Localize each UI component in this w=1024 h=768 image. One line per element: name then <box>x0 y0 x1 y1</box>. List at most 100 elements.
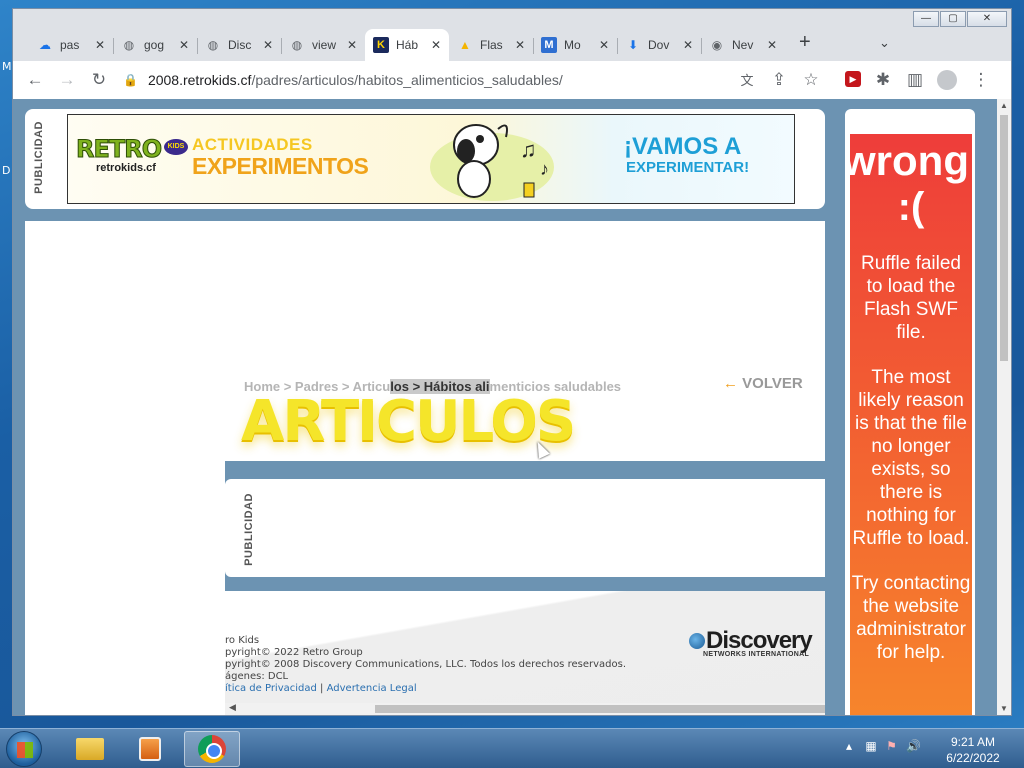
footer-line-3: pyright© 2008 Discovery Communications, … <box>225 659 626 670</box>
close-tab-icon[interactable]: ✕ <box>93 38 107 52</box>
tab-title: view <box>312 38 337 52</box>
desktop-text-fragment: M <box>2 60 12 73</box>
ruffle-message-2: The most likely reason is that the file … <box>852 367 970 549</box>
tab-title: Disc <box>228 38 252 52</box>
share-icon[interactable]: ⇪ <box>769 70 789 90</box>
menu-kebab-icon[interactable]: ⋮ <box>971 70 991 90</box>
page-viewport: PUBLICIDAD RETRO KIDS retrokids.cf ACTIV… <box>13 99 997 715</box>
m-logo-icon: M <box>541 37 557 53</box>
left-blank-area <box>25 461 225 715</box>
tab-title: Mo <box>564 38 581 52</box>
banner-site: retrokids.cf <box>96 162 156 174</box>
tab-search-chevron-icon[interactable]: ⌄ <box>879 35 890 51</box>
tab-title: gog <box>144 38 165 52</box>
start-button[interactable] <box>6 731 42 767</box>
tab-3[interactable]: ◍ view ✕ <box>281 29 365 61</box>
back-link[interactable]: ← VOLVER <box>723 375 803 392</box>
media-player-icon <box>139 737 161 761</box>
globe-icon: ◍ <box>291 38 303 52</box>
url-path: /padres/articulos/habitos_alimenticios_s… <box>251 72 563 88</box>
network-icon[interactable]: ▦ <box>865 739 876 753</box>
vertical-scrollbar[interactable]: ▲ ▼ <box>997 99 1011 715</box>
legal-link[interactable]: Advertencia Legal <box>327 683 417 694</box>
tab-7[interactable]: ⬇ Dov ✕ <box>617 29 701 61</box>
bookmark-star-icon[interactable]: ☆ <box>801 70 821 90</box>
profile-avatar-icon[interactable] <box>937 70 957 90</box>
close-tab-icon[interactable]: ✕ <box>429 38 443 52</box>
horizontal-scroll-thumb[interactable] <box>375 705 825 713</box>
reload-icon[interactable]: ↻ <box>89 70 109 90</box>
taskbar-media-player[interactable] <box>122 731 178 767</box>
ruffle-headline: wrong <box>850 137 969 184</box>
scroll-left-icon[interactable]: ◀ <box>229 702 236 713</box>
privacy-link[interactable]: ítica de Privacidad <box>225 683 317 694</box>
taskbar: ▴ ▦ ⚑ 🔊 9:21 AM 6/22/2022 <box>0 728 1024 768</box>
tab-8[interactable]: ◉ Nev ✕ <box>701 29 785 61</box>
horizontal-scrollbar[interactable]: ◀ <box>225 702 825 715</box>
side-panel-icon[interactable]: ▥ <box>905 70 925 90</box>
close-tab-icon[interactable]: ✕ <box>597 38 611 52</box>
volume-icon[interactable]: 🔊 <box>906 739 921 753</box>
forward-arrow-icon[interactable]: → <box>57 70 77 90</box>
maximize-button[interactable]: ▢ <box>940 11 966 27</box>
back-arrow-icon[interactable]: ← <box>25 70 45 90</box>
ruffle-message-3: Try contacting the website administrator… <box>851 573 971 663</box>
tab-title: Nev <box>732 38 754 52</box>
close-tab-icon[interactable]: ✕ <box>261 38 275 52</box>
translate-icon[interactable]: 文 <box>737 70 757 89</box>
arrow-left-icon: ← <box>723 375 738 392</box>
tab-1[interactable]: ◍ gog ✕ <box>113 29 197 61</box>
close-tab-icon[interactable]: ✕ <box>513 38 527 52</box>
address-bar[interactable]: 🔒 2008.retrokids.cf/padres/articulos/hab… <box>123 65 843 95</box>
ruffle-message-1: Ruffle failed to load the Flash SWF file… <box>861 253 961 343</box>
vertical-scroll-thumb[interactable] <box>1000 115 1008 361</box>
browser-window: — ▢ ✕ ☁ pas ✕ ◍ gog ✕ ◍ Disc ✕ ◍ view ✕ … <box>12 8 1012 716</box>
tab-5[interactable]: ▲ Flas ✕ <box>449 29 533 61</box>
taskbar-explorer[interactable] <box>62 731 118 767</box>
discovery-brand: Discovery <box>706 627 813 654</box>
close-tab-icon[interactable]: ✕ <box>345 38 359 52</box>
show-hidden-icons-icon[interactable]: ▴ <box>846 739 852 753</box>
tab-title: pas <box>60 38 80 52</box>
close-tab-icon[interactable]: ✕ <box>681 38 695 52</box>
tab-title: Flas <box>480 38 503 52</box>
svg-text:♪: ♪ <box>540 159 549 179</box>
clock-time: 9:21 AM <box>950 735 996 749</box>
close-window-button[interactable]: ✕ <box>967 11 1007 27</box>
banner-cta-line1: ¡VAMOS A <box>624 133 742 160</box>
action-center-flag-icon[interactable]: ⚑ <box>886 739 897 753</box>
cloud-icon: ☁ <box>39 38 51 52</box>
taskbar-clock[interactable]: 9:21 AM 6/22/2022 <box>942 734 1004 766</box>
footer-separator: | <box>320 683 324 694</box>
chrome-icon <box>198 735 226 763</box>
lock-icon: 🔒 <box>123 73 138 87</box>
tab-6[interactable]: M Mo ✕ <box>533 29 617 61</box>
minimize-button[interactable]: — <box>913 11 939 27</box>
section-title: ARTICULOS <box>241 389 576 454</box>
tab-4-active[interactable]: K Háb ✕ <box>365 29 449 61</box>
tab-strip: ☁ pas ✕ ◍ gog ✕ ◍ Disc ✕ ◍ view ✕ K Háb … <box>29 27 785 61</box>
close-tab-icon[interactable]: ✕ <box>177 38 191 52</box>
new-tab-button[interactable]: + <box>799 31 811 54</box>
ad-panel-middle: PUBLICIDAD <box>225 479 825 577</box>
banner-cta-line2: EXPERIMENTAR! <box>626 159 750 176</box>
ad-label: PUBLICIDAD <box>33 121 45 194</box>
retro-logo: RETRO <box>75 135 162 164</box>
banner-line1: ACTIVIDADES <box>192 135 313 154</box>
k-logo-icon: K <box>373 37 389 53</box>
scroll-down-icon[interactable]: ▼ <box>997 704 1011 713</box>
ruffle-sad-face: :( <box>897 185 925 229</box>
scroll-up-icon[interactable]: ▲ <box>997 101 1011 110</box>
taskbar-chrome[interactable] <box>184 731 240 767</box>
desktop-text-fragment: D <box>2 164 11 177</box>
extensions-puzzle-icon[interactable]: ✱ <box>873 70 893 90</box>
footer-text: ro Kids pyright© 2022 Retro Group pyrigh… <box>225 635 626 695</box>
retrokids-banner-ad[interactable]: RETRO KIDS retrokids.cf ACTIVIDADES EXPE… <box>67 114 795 204</box>
ruffle-extension-icon[interactable]: ▶ <box>845 71 861 87</box>
tab-2[interactable]: ◍ Disc ✕ <box>197 29 281 61</box>
url-host: 2008.retrokids.cf <box>147 72 252 88</box>
footer-line-4: ágenes: DCL <box>225 671 289 682</box>
close-tab-icon[interactable]: ✕ <box>765 38 779 52</box>
tab-0[interactable]: ☁ pas ✕ <box>29 29 113 61</box>
globe-logo-icon <box>689 633 705 649</box>
